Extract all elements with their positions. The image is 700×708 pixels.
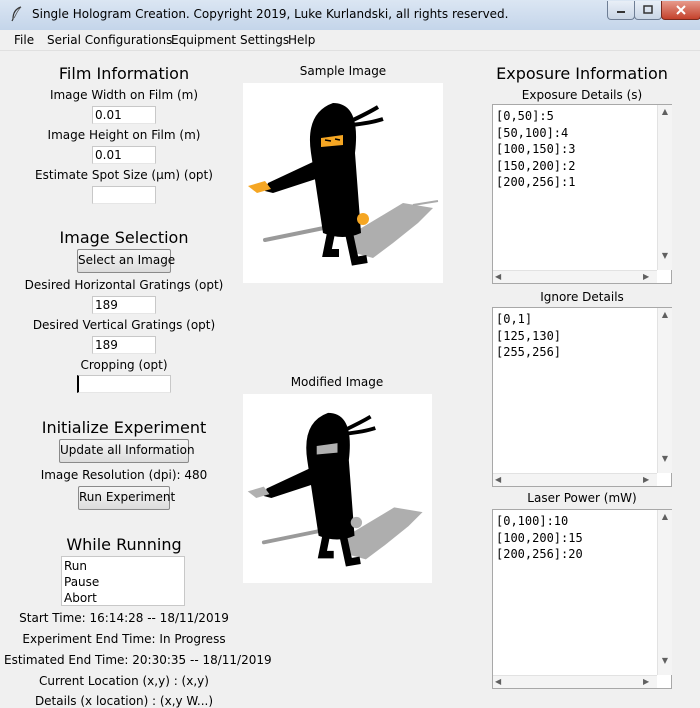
cropping-label: Cropping (opt) [80,358,168,372]
scroll-down-icon[interactable]: ▼ [658,251,672,260]
scroll-right-icon[interactable]: ▶ [643,272,649,281]
close-icon [676,5,686,15]
exposure-line: [0,50]:5 [496,109,554,123]
image-width-field[interactable]: 0.01 [92,106,156,124]
scroll-down-icon[interactable]: ▼ [658,454,672,463]
scroll-up-icon[interactable]: ▲ [658,107,672,116]
scroll-left-icon[interactable]: ◀ [495,272,501,281]
ignore-line: [255,256] [496,345,562,359]
details-label: Details (x location) : (x,y W...) [34,694,214,708]
laser-line: [0,100]:10 [496,514,569,528]
sample-image-label: Sample Image [299,64,387,78]
laser-vertical-scrollbar[interactable]: ▲ ▼ [657,510,672,675]
horizontal-gratings-field[interactable]: 189 [92,296,156,314]
laser-power-textbox[interactable]: [0,100]:10 [100,200]:15 [200,256]:20 [492,509,672,689]
exposure-vertical-scrollbar[interactable]: ▲ ▼ [657,105,672,270]
film-information-header: Film Information [58,64,190,83]
exposure-information-header: Exposure Information [496,64,668,83]
vertical-gratings-label: Desired Vertical Gratings (opt) [32,318,216,332]
exposure-line: [50,100]:4 [496,125,569,140]
scroll-up-icon[interactable]: ▲ [658,512,672,521]
minimize-button[interactable] [607,1,635,20]
ignore-details-textbox[interactable]: [0,1] [125,130] [255,256] [492,307,672,487]
image-height-field[interactable]: 0.01 [92,146,156,164]
scroll-up-icon[interactable]: ▲ [658,310,672,319]
ignore-details-label: Ignore Details [540,290,624,304]
menu-help[interactable]: Help [288,33,315,47]
scroll-right-icon[interactable]: ▶ [643,475,649,484]
laser-line: [100,200]:15 [496,530,583,545]
spot-size-field[interactable] [92,186,156,204]
scroll-left-icon[interactable]: ◀ [495,475,501,484]
sample-image [243,83,443,283]
image-height-label: Image Height on Film (m) [47,128,201,142]
initialize-experiment-header: Initialize Experiment [41,418,207,437]
laser-horizontal-scrollbar[interactable]: ◀ ▶ [493,675,657,688]
end-time-label: Experiment End Time: In Progress [22,632,226,646]
close-button[interactable] [661,1,700,20]
exposure-horizontal-scrollbar[interactable]: ◀ ▶ [493,270,657,283]
laser-power-label: Laser Power (mW) [527,491,637,505]
maximize-button[interactable] [634,1,662,20]
cropping-field[interactable] [77,375,171,393]
select-image-button[interactable]: Select an Image [77,249,175,273]
exposure-details-label: Exposure Details (s) [521,88,643,102]
estimated-end-label: Estimated End Time: 20:30:35 -- 18/11/20… [4,653,272,667]
menu-file[interactable]: File [14,33,34,47]
ignore-line: [0,1] [496,312,533,326]
horizontal-gratings-label: Desired Horizontal Gratings (opt) [24,278,224,292]
minimize-icon [617,11,625,13]
ninja-image [248,103,439,266]
menu-serial-configurations[interactable]: Serial Configurations [47,33,172,47]
exposure-details-textbox[interactable]: [0,50]:5 [50,100]:4 [100,150]:3 [150,200… [492,104,672,284]
image-resolution-label: Image Resolution (dpi): 480 [40,468,208,482]
run-experiment-button[interactable]: Run Experiment [78,486,175,510]
start-time-label: Start Time: 16:14:28 -- 18/11/2019 [19,611,229,625]
exposure-line: [150,200]:2 [496,158,576,173]
while-running-header: While Running [66,535,182,554]
exposure-line: [200,256]:1 [496,175,576,189]
ninja-grayscale-image [247,412,423,567]
menu-equipment-settings[interactable]: Equipment Settings [171,33,289,47]
ignore-line: [125,130] [496,328,562,343]
spot-size-label: Estimate Spot Size (µm) (opt) [35,168,213,182]
ignore-horizontal-scrollbar[interactable]: ◀ ▶ [493,473,657,486]
window-title: Single Hologram Creation. Copyright 2019… [32,7,509,21]
laser-line: [200,256]:20 [496,547,583,561]
image-selection-header: Image Selection [59,228,189,247]
run-control-listbox[interactable]: Run Pause Abort [61,556,185,606]
feather-icon [11,6,22,22]
exposure-line: [100,150]:3 [496,142,576,156]
maximize-icon [643,5,653,14]
list-item-pause[interactable]: Pause [64,574,182,590]
modified-image-label: Modified Image [290,375,384,389]
ignore-vertical-scrollbar[interactable]: ▲ ▼ [657,308,672,473]
scroll-left-icon[interactable]: ◀ [495,677,501,686]
modified-image [243,394,432,583]
list-item-abort[interactable]: Abort [64,590,182,606]
update-information-button[interactable]: Update all Information [59,439,195,463]
image-width-label: Image Width on Film (m) [49,88,199,102]
list-item-run[interactable]: Run [64,558,182,574]
scroll-right-icon[interactable]: ▶ [643,677,649,686]
scroll-down-icon[interactable]: ▼ [658,656,672,665]
vertical-gratings-field[interactable]: 189 [92,336,156,354]
current-location-label: Current Location (x,y) : (x,y) [39,674,209,688]
